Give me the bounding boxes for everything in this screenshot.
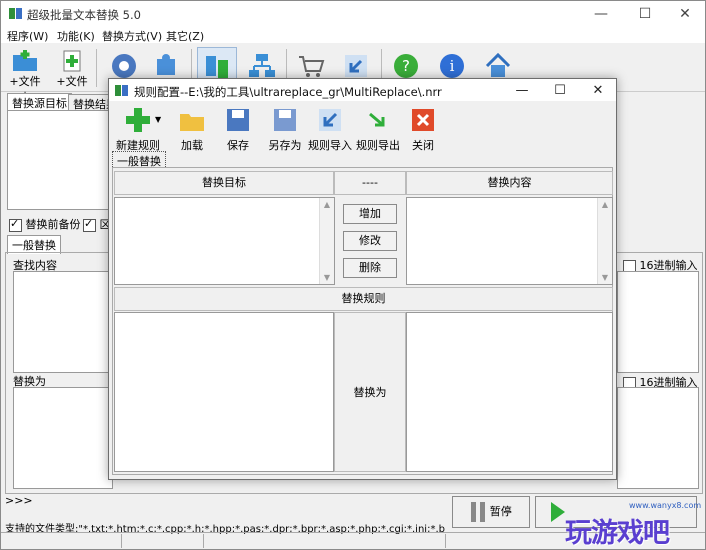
app-icon [9,8,22,19]
separator-column-header: ---- [334,171,406,195]
watermark-logo: www.wanyx8.com 玩游戏吧 [561,501,702,549]
status-cell [123,534,204,548]
status-cell [1,534,122,548]
export-rules-button[interactable]: 规则导出 [355,106,401,152]
home-icon [485,52,511,77]
minimize-button[interactable]: — [579,1,623,27]
add-file-button[interactable]: +文件 [53,47,91,88]
watermark-url: www.wanyx8.com [629,501,702,510]
save-as-icon [274,109,296,131]
load-button[interactable]: 加载 [173,106,211,152]
watermark-text: 玩游戏吧 [565,518,670,549]
status-cell [205,534,446,548]
load-label: 加载 [181,139,203,152]
cart-icon [299,56,325,77]
scroll-down-icon[interactable]: ▼ [598,273,612,282]
window-title: 超级批量文本替换 5.0 [27,8,141,22]
find-input-right[interactable] [617,271,699,373]
add-folder-button[interactable]: +文件夹 [5,47,45,104]
close-button[interactable]: ✕ [663,1,706,27]
svg-text:?: ? [402,57,410,75]
target-column-header: 替换目标 [114,171,334,195]
save-as-label: 另存为 [268,139,302,152]
puzzle-icon [157,54,175,75]
save-button[interactable]: 保存 [219,106,257,152]
help-icon: ? [394,54,418,78]
scroll-up-icon[interactable]: ▲ [320,200,334,209]
save-icon [227,109,249,131]
content-column-header: 替换内容 [406,171,613,195]
add-button[interactable]: 增加 [343,204,397,224]
target-textarea[interactable]: ▲ ▼ [114,197,335,285]
toolbar-separator [96,49,97,87]
info-icon: i [440,54,464,78]
dialog-title-bar: 规则配置--E:\我的工具\ultrareplace_gr\MultiRepla… [109,79,616,101]
add-file-label: +文件 [56,75,88,88]
close-dialog-button[interactable]: 关闭 [405,106,441,152]
tree-icon [249,54,275,77]
delete-button[interactable]: 删除 [343,258,397,278]
export-rules-label: 规则导出 [356,139,400,152]
rule-config-dialog: 规则配置--E:\我的工具\ultrareplace_gr\MultiRepla… [108,78,617,480]
rules-target-list[interactable] [114,312,334,472]
replace-with-label: 替换为 [334,312,406,472]
save-label: 保存 [227,139,249,152]
dialog-maximize-button[interactable]: ☐ [541,79,579,101]
import-icon [319,109,341,131]
content-scrollbar[interactable]: ▲ ▼ [597,198,612,284]
file-add-icon [63,50,81,72]
plus-icon [126,108,150,132]
scroll-down-icon[interactable]: ▼ [320,273,334,282]
gear-icon [112,54,136,78]
menu-function[interactable]: 功能(K) [57,28,95,44]
rules-content-list[interactable] [406,312,613,472]
close-dialog-label: 关闭 [412,139,434,152]
dialog-close-button[interactable]: ✕ [579,79,617,101]
import-rules-label: 规则导入 [308,139,352,152]
folder-icon [13,50,37,71]
new-rule-dropdown-arrow-icon[interactable]: ▼ [155,115,161,124]
new-rule-button[interactable]: 新建规则 [111,106,165,152]
menu-other[interactable]: 其它(Z) [166,28,204,44]
title-bar: 超级批量文本替换 5.0 — ☐ ✕ [1,1,705,27]
export-icon [369,112,385,127]
second-checkbox[interactable] [83,217,96,232]
dialog-minimize-button[interactable]: — [503,79,541,101]
log-prompt: >>> [5,494,33,507]
dialog-app-icon [115,85,128,96]
replace-input-right[interactable] [617,387,699,489]
rules-header: 替换规则 [114,287,613,311]
close-icon [412,109,434,131]
backup-option[interactable]: 替换前备份 [9,216,81,232]
content-textarea[interactable]: ▲ ▼ [406,197,613,285]
open-folder-icon [180,114,204,131]
pause-label: 暂停 [489,505,512,518]
second-option[interactable]: 区 [83,216,111,232]
menu-replace-mode[interactable]: 替换方式(V) [102,28,162,44]
source-list[interactable] [7,110,111,210]
back-arrow-icon [345,55,367,77]
save-as-button[interactable]: 另存为 [265,106,305,152]
backup-label: 替换前备份 [25,218,81,231]
find-input[interactable] [13,271,113,373]
pause-icon [471,502,486,522]
modify-button[interactable]: 修改 [343,231,397,251]
scroll-up-icon[interactable]: ▲ [598,200,612,209]
backup-checkbox[interactable] [9,217,22,232]
maximize-button[interactable]: ☐ [623,1,667,27]
import-rules-button[interactable]: 规则导入 [307,106,353,152]
replace-input[interactable] [13,387,113,489]
target-scrollbar[interactable]: ▲ ▼ [319,198,334,284]
svg-text:i: i [450,57,455,75]
dialog-title: 规则配置--E:\我的工具\ultrareplace_gr\MultiRepla… [134,85,442,99]
pause-button[interactable]: 暂停 [452,496,530,528]
menu-program[interactable]: 程序(W) [7,28,48,44]
